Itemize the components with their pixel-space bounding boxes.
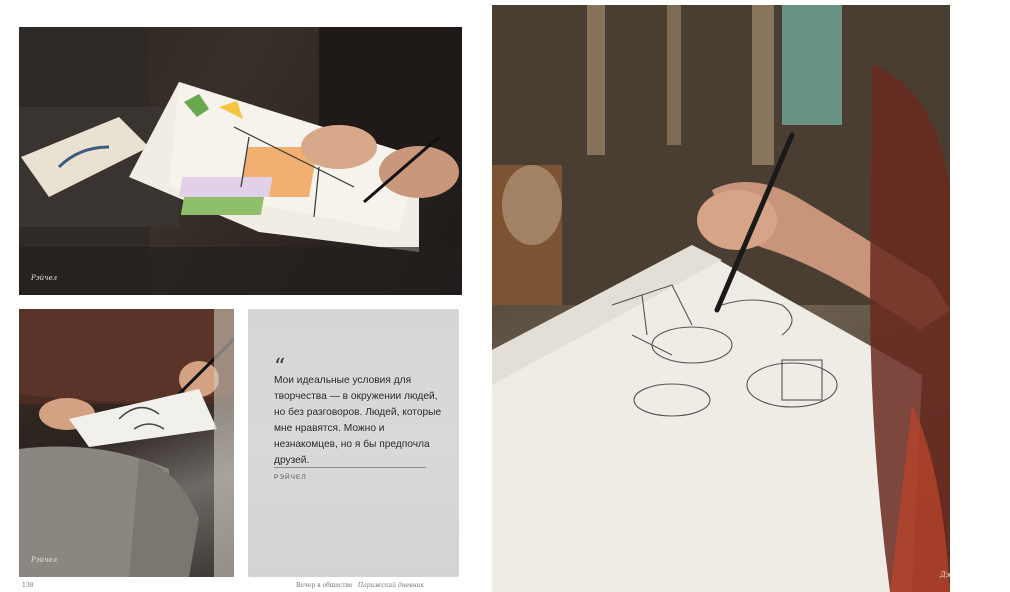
photo-sketchbook-colored-art xyxy=(19,27,462,295)
quote-author: РЭЙЧЕЛ xyxy=(274,474,307,481)
quote-card: “ Мои идеальные условия для творчества —… xyxy=(248,309,459,577)
footer-section: Вечер в обществе xyxy=(296,582,353,589)
photo-hand-sketching-art xyxy=(492,5,950,592)
photo-person-drawing-art xyxy=(19,309,234,577)
photo-caption: Рэйчел xyxy=(31,274,58,282)
photo-sketchbook-colored: Рэйчел xyxy=(19,27,462,295)
quote-text: Мои идеальные условия для творчества — в… xyxy=(274,375,442,466)
page-number: 138 xyxy=(22,582,34,589)
footer-subsection: Парижский дневник xyxy=(358,582,425,589)
photo-caption: Рэйчел xyxy=(31,556,58,564)
photo-caption: Дж xyxy=(940,571,950,579)
quote-divider xyxy=(274,467,426,468)
photo-person-drawing: Рэйчел xyxy=(19,309,234,577)
photo-hand-sketching: Дж xyxy=(492,5,950,592)
